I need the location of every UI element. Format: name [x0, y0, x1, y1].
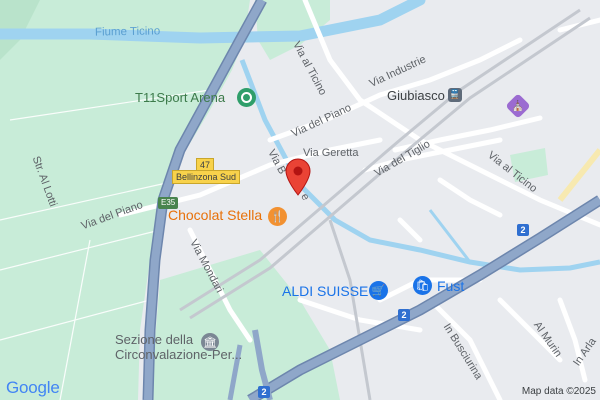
google-logo[interactable]: Google: [6, 378, 60, 398]
e35-shield: E35: [158, 197, 179, 209]
government-building-icon[interactable]: 🏛: [201, 333, 219, 351]
train-station-icon[interactable]: 🚆: [448, 88, 462, 102]
place-label-sezione[interactable]: Sezione della Circonvalazione-Per...: [115, 332, 242, 362]
place-label-giubiasco: Giubiasco: [387, 88, 445, 103]
map-canvas[interactable]: Fiume Ticino Via al Ticino Via Industrie…: [0, 0, 600, 400]
shopping-bag-icon[interactable]: 🛍: [413, 276, 432, 295]
shopping-cart-icon[interactable]: 🛒: [369, 281, 388, 300]
place-label-chocolat-stella[interactable]: Chocolat Stella: [168, 208, 262, 222]
route-2-shield-bottom: 2: [258, 386, 270, 398]
route-2-shield-center: 2: [398, 309, 410, 321]
place-label-aldi-suisse[interactable]: ALDI SUISSE: [282, 284, 368, 298]
street-label-via-geretta: Via Geretta: [303, 147, 359, 159]
bellinzona-sud-exit: Bellinzona Sud: [172, 170, 241, 184]
map-attribution[interactable]: Map data ©2025: [522, 386, 596, 397]
place-label-t11sport[interactable]: T11Sport Arena: [135, 91, 225, 104]
place-label-fust[interactable]: Fust: [437, 279, 464, 293]
red-location-pin-icon[interactable]: [285, 158, 311, 196]
stadium-icon[interactable]: [237, 88, 256, 107]
restaurant-icon[interactable]: 🍴: [268, 207, 287, 226]
river-label: Fiume Ticino: [94, 25, 161, 39]
route-2-shield-east: 2: [517, 224, 529, 236]
